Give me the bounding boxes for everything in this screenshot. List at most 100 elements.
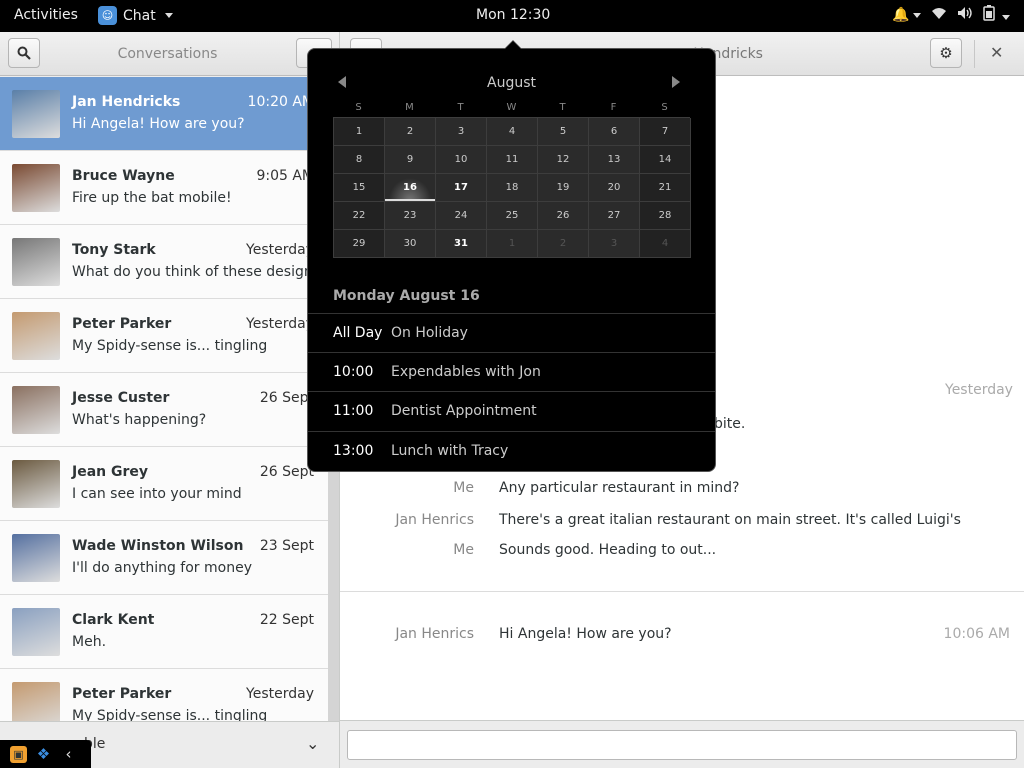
calendar-day[interactable]: 20 (589, 174, 640, 202)
message-time: 22 Sept (259, 612, 314, 628)
calendar-day[interactable]: 21 (640, 174, 691, 202)
message-row: Jan Henrics There's a great italian resta… (340, 512, 1024, 532)
avatar (12, 312, 60, 360)
calendar-day[interactable]: 10 (436, 146, 487, 174)
avatar (12, 534, 60, 582)
calendar-day[interactable]: 7 (640, 118, 691, 146)
conversation-item[interactable]: Wade Winston Wilson I'll do anything for … (0, 521, 328, 595)
calendar-day[interactable]: 2 (385, 118, 436, 146)
event-title: On Holiday (391, 325, 468, 341)
calendar-day[interactable]: 15 (334, 174, 385, 202)
avatar (12, 386, 60, 434)
conversation-item[interactable]: Clark Kent Meh. 22 Sept (0, 595, 328, 669)
activities-button[interactable]: Activities (14, 7, 78, 23)
conversations-header: Conversations ⁝ (0, 32, 339, 76)
calendar-day[interactable]: 23 (385, 202, 436, 230)
calendar-day[interactable]: 18 (487, 174, 538, 202)
weekday-label: M (405, 102, 414, 113)
notification-bell-icon[interactable]: 🔔 (892, 7, 921, 23)
search-button[interactable] (8, 38, 40, 68)
calendar-day[interactable]: 1 (334, 118, 385, 146)
app-menu[interactable]: ☺ Chat (98, 6, 173, 25)
calendar-day[interactable]: 4 (640, 230, 691, 258)
calendar-day[interactable]: 19 (538, 174, 589, 202)
calendar-day[interactable]: 3 (436, 118, 487, 146)
dropbox-icon[interactable]: ❖ (35, 745, 52, 763)
calendar-day[interactable]: 13 (589, 146, 640, 174)
message-time: 10:20 AM (247, 94, 314, 110)
calendar-day[interactable]: 28 (640, 202, 691, 230)
message-divider (340, 591, 1024, 592)
calendar-day[interactable]: 26 (538, 202, 589, 230)
wifi-icon[interactable] (931, 6, 947, 24)
clock[interactable]: Mon 12:30 (476, 7, 550, 23)
calendar-day[interactable]: 2 (538, 230, 589, 258)
calendar-day[interactable]: 14 (640, 146, 691, 174)
calendar-day[interactable]: 6 (589, 118, 640, 146)
calendar-day[interactable]: 8 (334, 146, 385, 174)
calendar-day[interactable]: 27 (589, 202, 640, 230)
battery-icon[interactable] (982, 5, 1010, 25)
calendar-day[interactable]: 4 (487, 118, 538, 146)
calendar-day[interactable]: 3 (589, 230, 640, 258)
message-time: 9:05 AM (256, 168, 314, 184)
conversation-list[interactable]: Jan Hendricks Hi Angela! How are you? 10:2… (0, 77, 328, 721)
contact-name: Bruce Wayne (72, 168, 175, 184)
calendar-day[interactable]: 25 (487, 202, 538, 230)
calendar-day[interactable]: 12 (538, 146, 589, 174)
next-month-icon[interactable] (672, 76, 680, 88)
calendar-day[interactable]: 5 (538, 118, 589, 146)
event-item[interactable]: 13:00 Lunch with Tracy (308, 431, 715, 470)
calendar-day[interactable]: 1 (487, 230, 538, 258)
calendar-day[interactable]: 17 (436, 174, 487, 202)
calendar-day[interactable]: 24 (436, 202, 487, 230)
event-item[interactable]: 10:00 Expendables with Jon (308, 352, 715, 391)
close-icon[interactable]: ✕ (990, 43, 1003, 62)
last-message: I'll do anything for money (72, 560, 252, 576)
calendar-day[interactable]: 22 (334, 202, 385, 230)
header-separator (974, 40, 975, 68)
event-item[interactable]: 11:00 Dentist Appointment (308, 391, 715, 430)
last-message: Hi Angela! How are you? (72, 116, 245, 132)
contact-name: Jan Hendricks (72, 94, 181, 110)
calendar-day[interactable]: 9 (385, 146, 436, 174)
calendar-day[interactable]: 29 (334, 230, 385, 258)
weekday-label: T (559, 102, 566, 113)
message-text: Hi Angela! How are you? (499, 626, 672, 642)
contact-name: Jean Grey (72, 464, 149, 480)
event-title: Lunch with Tracy (391, 443, 509, 459)
calendar-grid: 1 2 3 4 5 6 7 8 9 10 11 12 13 14 15 16 17 18 19 20 21 22 23 24 2… (333, 117, 691, 258)
calendar-day[interactable]: 31 (436, 230, 487, 258)
weekday-label: S (355, 102, 362, 113)
conversation-item[interactable]: Peter Parker My Spidy-sense is... tinglin… (0, 669, 328, 721)
calendar-popup: August SMTWTFS 1 2 3 4 5 6 7 8 9 10 11 12 13 14 15 16 17… (307, 40, 716, 472)
chat-app-icon: ☺ (98, 6, 117, 25)
message-text: Any particular restaurant in mind? (499, 480, 740, 496)
conversation-item[interactable]: Bruce Wayne Fire up the bat mobile! 9:05 A… (0, 151, 328, 225)
event-title: Dentist Appointment (391, 403, 537, 419)
files-icon[interactable]: ▣ (10, 745, 27, 763)
calendar-day[interactable]: 16 (385, 174, 436, 202)
message-input[interactable] (347, 730, 1017, 760)
conversation-item[interactable]: Peter Parker My Spidy-sense is... tinglin… (0, 299, 328, 373)
conversation-item[interactable]: Jean Grey I can see into your mind 26 Sept (0, 447, 328, 521)
event-item[interactable]: All Day On Holiday (308, 313, 715, 352)
message-time: 23 Sept (259, 538, 314, 554)
latest-message: Jan Henrics Hi Angela! How are you? 10:0… (340, 626, 1024, 646)
chevron-left-icon[interactable]: ‹ (60, 745, 77, 763)
conversation-item[interactable]: Tony Stark What do you think of these des… (0, 225, 328, 299)
contact-name: Peter Parker (72, 686, 172, 702)
conversation-item[interactable]: Jesse Custer What's happening? 26 Sept (0, 373, 328, 447)
settings-button[interactable]: ⚙ (930, 38, 962, 68)
avatar (12, 608, 60, 656)
conversation-item[interactable]: Jan Hendricks Hi Angela! How are you? 10:2… (0, 77, 328, 151)
chevron-down-icon[interactable]: ⌄ (306, 734, 319, 753)
conversations-pane: Conversations ⁝ Jan Hendricks Hi Angela! … (0, 32, 340, 768)
volume-icon[interactable] (957, 6, 973, 24)
calendar-day[interactable]: 30 (385, 230, 436, 258)
avatar (12, 238, 60, 286)
calendar-day[interactable]: 11 (487, 146, 538, 174)
status-area[interactable]: 🔔 (892, 5, 1010, 25)
gear-icon: ⚙ (939, 44, 953, 62)
contact-name: Tony Stark (72, 242, 156, 258)
